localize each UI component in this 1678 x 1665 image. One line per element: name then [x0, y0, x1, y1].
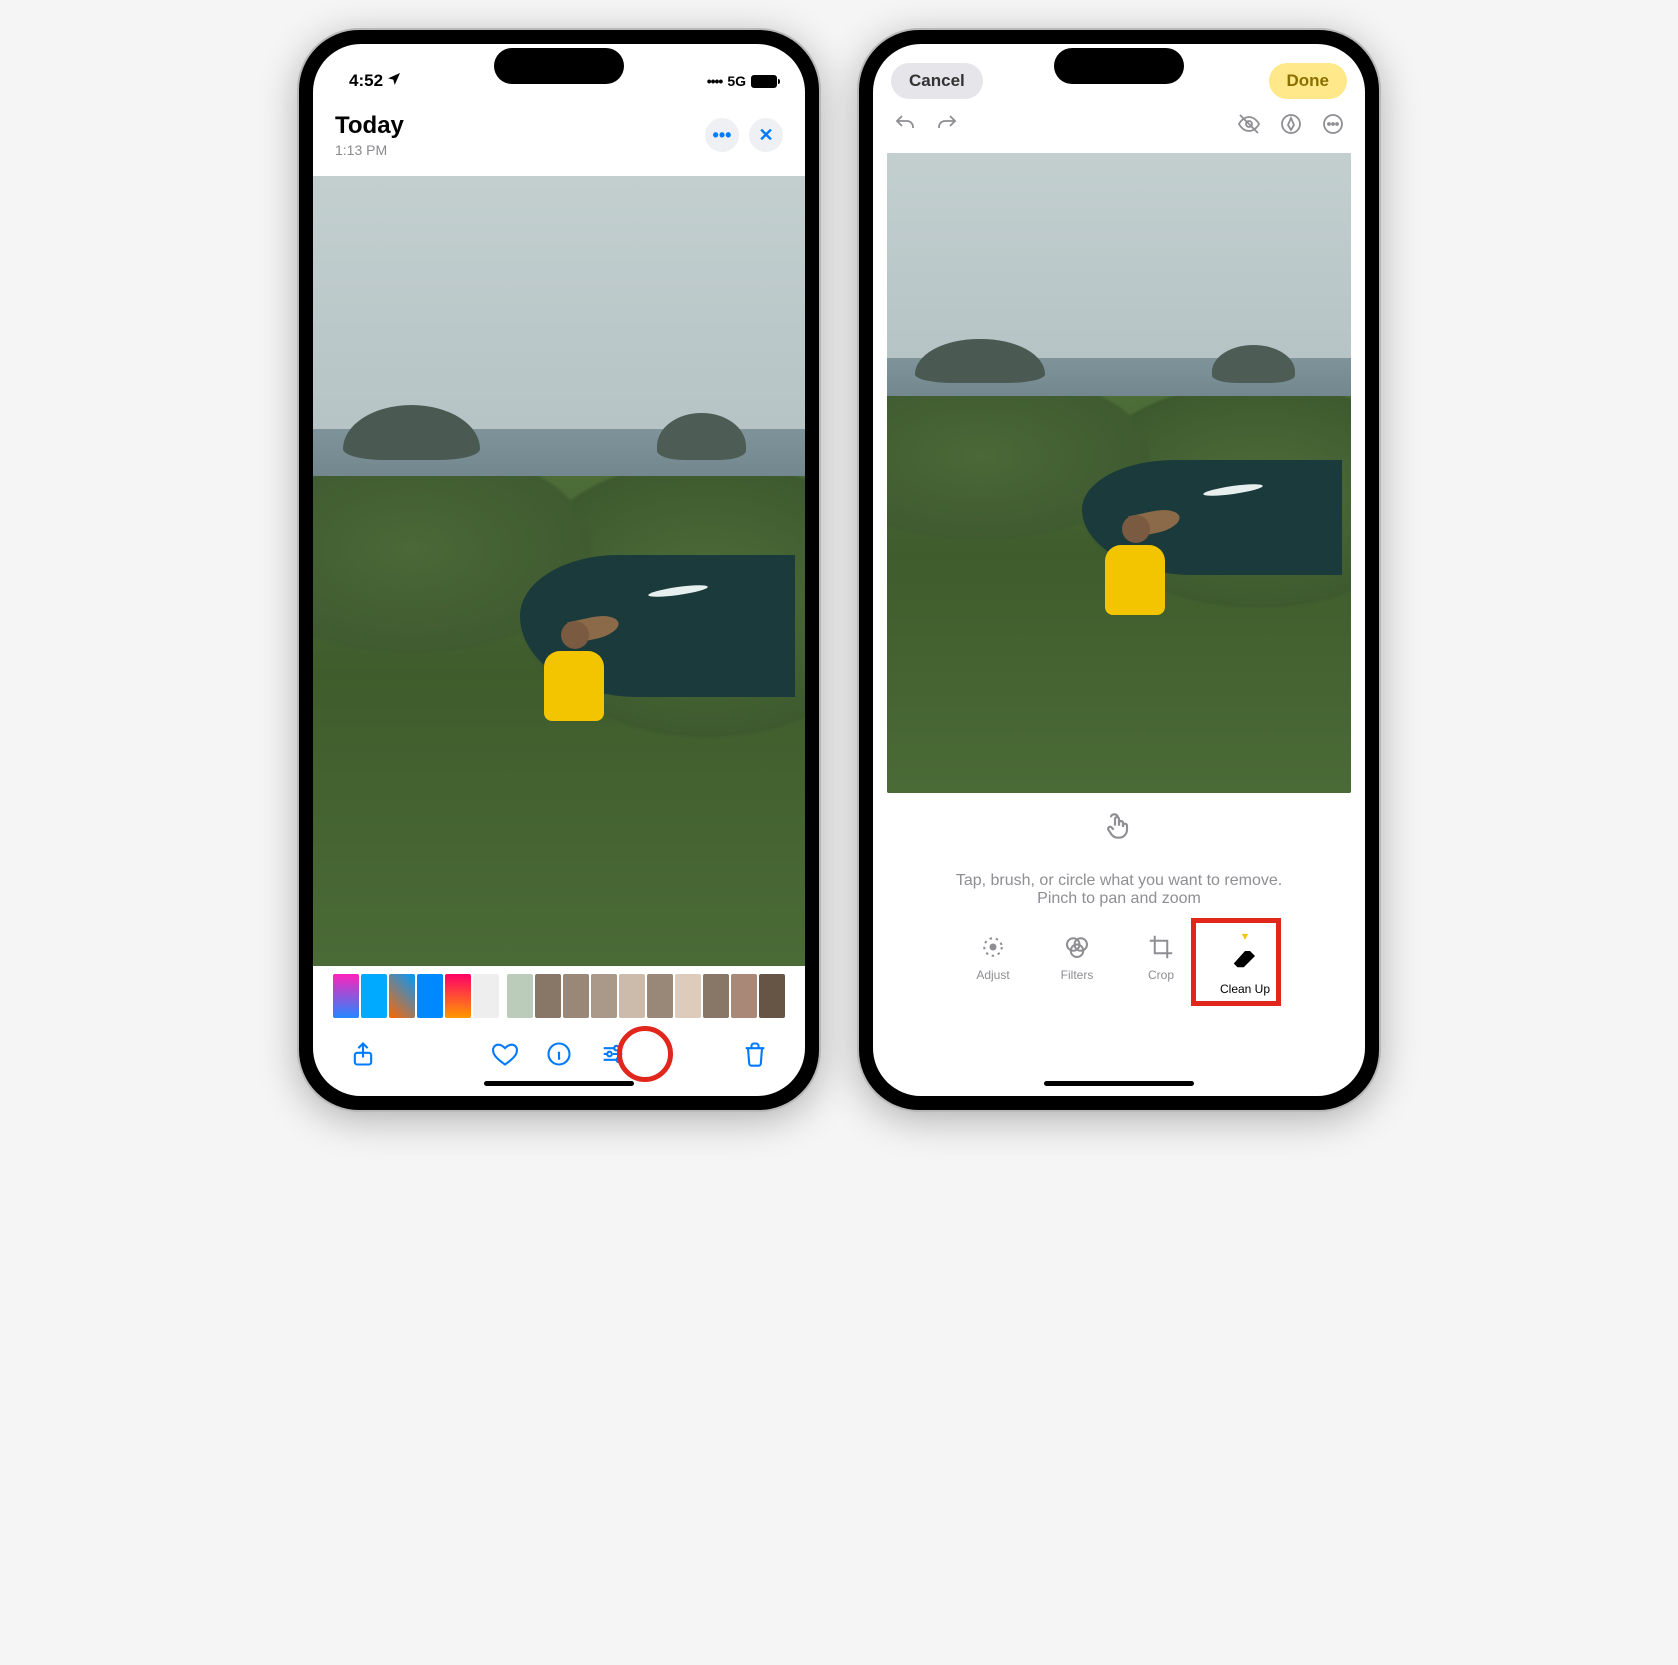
phone-right: Cancel Done: [859, 30, 1379, 1110]
share-button[interactable]: [349, 1040, 377, 1068]
dynamic-island: [494, 48, 624, 84]
delete-button[interactable]: [741, 1040, 769, 1068]
thumbnail[interactable]: [703, 974, 729, 1018]
more-button[interactable]: •••: [705, 118, 739, 152]
hide-button[interactable]: [1237, 112, 1261, 141]
more-button[interactable]: [1321, 112, 1345, 141]
gesture-hint-icon: [1103, 811, 1135, 848]
signal-icon: [707, 73, 723, 89]
favorite-button[interactable]: [491, 1040, 519, 1068]
cleanup-hint: Tap, brush, or circle what you want to r…: [873, 852, 1365, 918]
home-indicator[interactable]: [1044, 1081, 1194, 1086]
thumbnail[interactable]: [473, 974, 499, 1018]
edit-tool-tabs: Adjust Filters Crop Clean Up: [873, 918, 1365, 1026]
ellipsis-icon: •••: [713, 125, 732, 146]
photos-app-screen: 4:52 5G Today 1:13 PM ••• ✕: [313, 44, 805, 1096]
thumbnail[interactable]: [333, 974, 359, 1018]
tool-adjust[interactable]: Adjust: [964, 932, 1022, 996]
album-title: Today: [335, 112, 404, 140]
tool-filters[interactable]: Filters: [1048, 932, 1106, 996]
location-arrow-icon: [386, 71, 402, 92]
close-button[interactable]: ✕: [749, 118, 783, 152]
tool-label: Adjust: [976, 968, 1009, 982]
trash-icon: [741, 1040, 769, 1068]
battery-icon: [751, 75, 777, 88]
eye-off-icon: [1237, 112, 1261, 136]
phone-left: 4:52 5G Today 1:13 PM ••• ✕: [299, 30, 819, 1110]
tool-label: Filters: [1061, 968, 1094, 982]
redo-button[interactable]: [935, 112, 959, 141]
ellipsis-circle-icon: [1321, 112, 1345, 136]
annotation-circle: [617, 1026, 673, 1082]
thumbnail[interactable]: [417, 974, 443, 1018]
thumbnail[interactable]: [731, 974, 757, 1018]
cancel-button[interactable]: Cancel: [891, 63, 983, 99]
thumbnail[interactable]: [619, 974, 645, 1018]
photo-viewport[interactable]: [313, 176, 805, 966]
filters-icon: [1062, 932, 1092, 962]
pen-tip-icon: [1279, 112, 1303, 136]
thumbnail[interactable]: [647, 974, 673, 1018]
hand-tap-icon: [1103, 811, 1135, 843]
home-indicator[interactable]: [484, 1081, 634, 1086]
network-label: 5G: [727, 73, 746, 89]
edit-secondary-toolbar: [873, 102, 1365, 147]
thumbnail[interactable]: [389, 974, 415, 1018]
tool-crop[interactable]: Crop: [1132, 932, 1190, 996]
thumbnail[interactable]: [361, 974, 387, 1018]
photo-time: 1:13 PM: [335, 142, 404, 158]
info-icon: [545, 1040, 573, 1068]
thumbnail[interactable]: [445, 974, 471, 1018]
hint-line-2: Pinch to pan and zoom: [903, 890, 1335, 908]
thumbnail[interactable]: [563, 974, 589, 1018]
thumbnail[interactable]: [535, 974, 561, 1018]
crop-icon: [1146, 932, 1176, 962]
status-time: 4:52: [349, 71, 383, 91]
done-button[interactable]: Done: [1269, 63, 1348, 99]
thumbnail[interactable]: [591, 974, 617, 1018]
heart-icon: [491, 1040, 519, 1068]
thumbnail[interactable]: [675, 974, 701, 1018]
photo-edit-screen: Cancel Done: [873, 44, 1365, 1096]
adjust-icon: [978, 932, 1008, 962]
undo-button[interactable]: [893, 112, 917, 141]
markup-button[interactable]: [1279, 112, 1303, 141]
hint-line-1: Tap, brush, or circle what you want to r…: [903, 872, 1335, 890]
info-button[interactable]: [545, 1040, 573, 1068]
close-icon: ✕: [758, 125, 773, 146]
tool-label: Crop: [1148, 968, 1174, 982]
thumbnail[interactable]: [507, 974, 533, 1018]
thumbnail-strip[interactable]: [313, 966, 805, 1026]
share-icon: [349, 1040, 377, 1068]
thumbnail[interactable]: [759, 974, 785, 1018]
photo-header: Today 1:13 PM ••• ✕: [313, 102, 805, 166]
annotation-box: [1191, 918, 1281, 1006]
undo-icon: [893, 112, 917, 136]
dynamic-island: [1054, 48, 1184, 84]
edit-photo-viewport[interactable]: [887, 153, 1351, 793]
redo-icon: [935, 112, 959, 136]
